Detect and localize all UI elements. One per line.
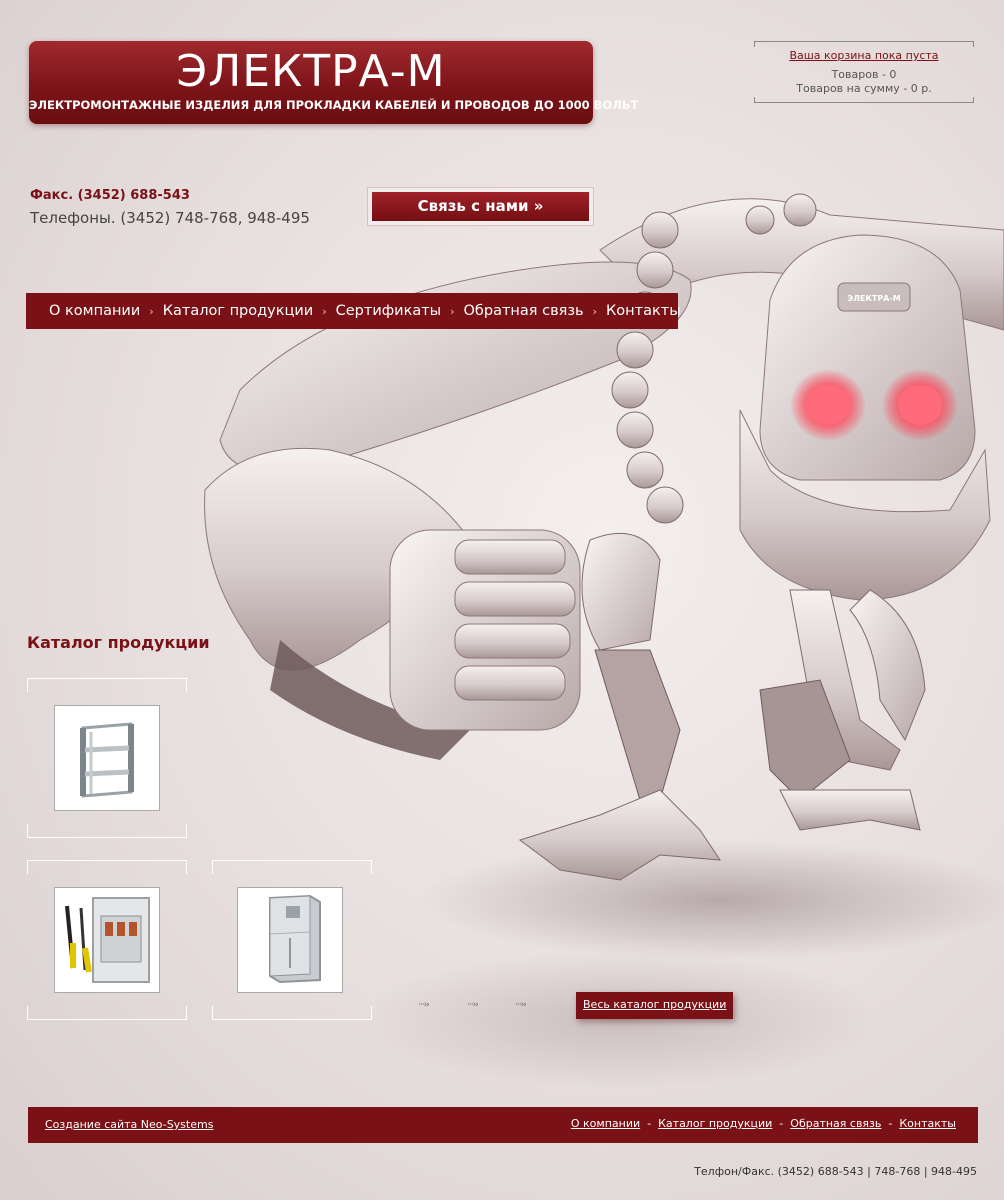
arrow-decoration: ···››	[467, 1000, 479, 1010]
nav-separator: ›	[322, 304, 327, 318]
catalog-title: Каталог продукции	[27, 633, 210, 652]
nav-item-about[interactable]: О компании	[49, 303, 140, 319]
site-logo[interactable]: ЭЛЕКТРА-М ЭЛЕКТРОМОНТАЖНЫЕ ИЗДЕЛИЯ ДЛЯ П…	[29, 41, 639, 124]
nav-item-certificates[interactable]: Сертификаты	[336, 303, 441, 319]
all-catalog-button[interactable]: Весь каталог продукции	[576, 992, 734, 1019]
catalog-item	[27, 860, 187, 1020]
cart-frame-bottom	[754, 97, 974, 103]
catalog-item-frame-bottom	[27, 1006, 187, 1020]
footer-separator: -	[779, 1117, 784, 1130]
footer-link-catalog[interactable]: Каталог продукции	[658, 1117, 772, 1130]
footer-separator: -	[888, 1117, 893, 1130]
footer-link-about[interactable]: О компании	[571, 1117, 640, 1130]
product-image-link[interactable]	[54, 705, 160, 811]
arrow-decoration: ···››	[515, 1000, 527, 1010]
cart-status-link[interactable]: Ваша корзина пока пуста	[754, 49, 974, 62]
product-image-link[interactable]	[237, 887, 343, 993]
footer-separator: -	[647, 1117, 652, 1130]
cart-frame-top	[754, 41, 974, 47]
footer-bar: Создание сайта Neo-Systems О компании - …	[28, 1107, 978, 1143]
cart-items-count: Товаров - 0	[831, 68, 897, 81]
catalog-item-frame-top	[27, 678, 187, 692]
cart-widget: Ваша корзина пока пуста Товаров - 0 Това…	[754, 41, 974, 103]
footer-phones: Телфон/Факс. (3452) 688-543 | 748-768 | …	[694, 1165, 977, 1178]
catalog-item-frame-top	[27, 860, 187, 874]
contact-us-button-frame: Связь с нами »	[367, 187, 594, 226]
electrical-cabinet-with-tools-icon	[55, 888, 159, 992]
footer-link-feedback[interactable]: Обратная связь	[790, 1117, 881, 1130]
shelf-rack-icon	[55, 706, 159, 810]
arrow-decoration: ···››	[418, 1000, 430, 1010]
fax-number: Факс. (3452) 688-543	[30, 188, 190, 203]
catalog-item-frame-bottom	[212, 1006, 372, 1020]
nav-item-contacts[interactable]: Контакты	[606, 303, 681, 319]
product-image-link[interactable]	[54, 887, 160, 993]
catalog-item	[212, 860, 372, 1020]
cart-items-sum: Товаров на сумму - 0 р.	[796, 82, 932, 95]
catalog-item-frame-bottom	[27, 824, 187, 838]
footer-link-contacts[interactable]: Контакты	[899, 1117, 956, 1130]
footer-nav: О компании - Каталог продукции - Обратна…	[571, 1117, 956, 1130]
nav-separator: ›	[149, 304, 154, 318]
nav-item-feedback[interactable]: Обратная связь	[464, 303, 584, 319]
nav-separator: ›	[450, 304, 455, 318]
logo-title: ЭЛЕКТРА-М	[176, 46, 446, 97]
logo-subtitle: ЭЛЕКТРОМОНТАЖНЫЕ ИЗДЕЛИЯ ДЛЯ ПРОКЛАДКИ К…	[29, 98, 639, 112]
electrical-cabinet-icon	[238, 888, 342, 992]
catalog-item	[27, 678, 187, 838]
phone-numbers: Телефоны. (3452) 748-768, 948-495	[30, 209, 310, 227]
robot-badge-text: ЭЛЕКТРА-М	[847, 294, 900, 303]
nav-item-catalog[interactable]: Каталог продукции	[163, 303, 314, 319]
contact-us-button[interactable]: Связь с нами »	[372, 192, 589, 221]
catalog-item-frame-top	[212, 860, 372, 874]
nav-separator: ›	[592, 304, 598, 318]
robot-illustration: ЭЛЕКТРА-М	[204, 193, 1004, 1090]
main-nav: О компании › Каталог продукции › Сертифи…	[26, 293, 681, 329]
footer-credit-link[interactable]: Создание сайта Neo-Systems	[45, 1118, 213, 1131]
